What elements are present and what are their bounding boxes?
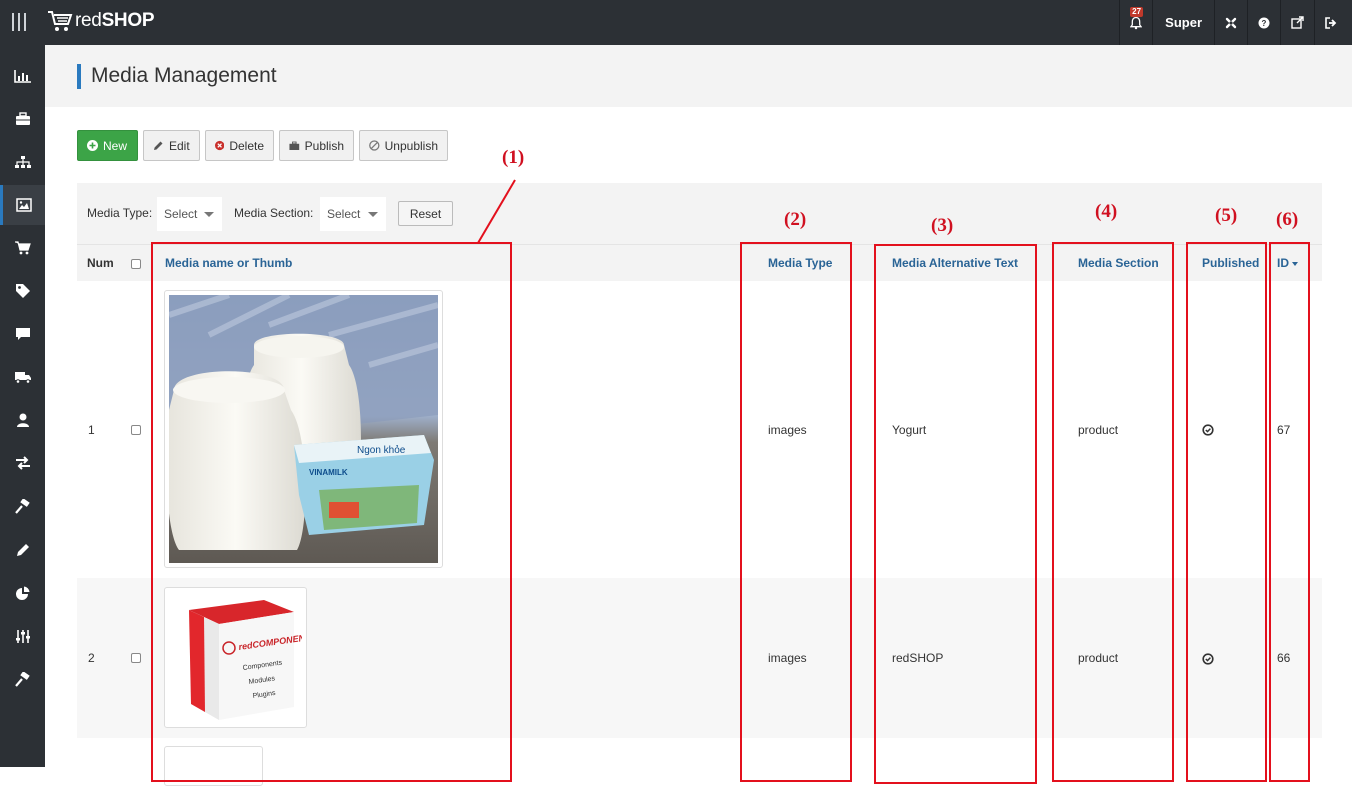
sidebar-item-media[interactable]: [0, 185, 45, 225]
truck-icon: [14, 372, 31, 384]
sidebar-item-users[interactable]: [0, 400, 45, 440]
top-bar: redSHOP 27 Super ?: [0, 0, 1352, 45]
edit-button[interactable]: Edit: [143, 130, 200, 161]
delete-button[interactable]: Delete: [205, 130, 274, 161]
row-checkbox[interactable]: [131, 653, 141, 663]
annotation-pointer-line: [477, 179, 516, 244]
sidebar-item-exchange[interactable]: [0, 443, 45, 483]
svg-text:?: ?: [1262, 19, 1267, 28]
external-link-icon: [1291, 16, 1304, 29]
external-link-button[interactable]: [1280, 0, 1314, 45]
annotation-box-4: [1052, 242, 1174, 782]
new-button[interactable]: New: [77, 130, 138, 161]
menu-toggle-icon[interactable]: [12, 13, 28, 31]
logout-icon: [1325, 16, 1337, 29]
sidebar-item-configuration[interactable]: [0, 616, 45, 656]
sidebar: [0, 45, 45, 767]
tag-icon: [15, 284, 30, 298]
sliders-icon: [15, 629, 30, 643]
annotation-box-1: [151, 242, 512, 782]
title-accent: [77, 64, 81, 89]
row-checkbox[interactable]: [131, 425, 141, 435]
annotation-box-2: [740, 242, 852, 782]
page-header: Media Management: [45, 45, 1352, 107]
dashboard-icon: [13, 70, 31, 83]
exchange-icon: [15, 456, 30, 470]
logout-button[interactable]: [1314, 0, 1352, 45]
toolbar: New Edit Delete Publish Unpublish: [77, 130, 448, 161]
pie-chart-icon: [16, 586, 30, 600]
annotation-label-6: (6): [1276, 209, 1299, 230]
filter-bar: Media Type: Select Media Section: Select…: [77, 183, 1322, 244]
briefcase-icon: [15, 112, 30, 125]
sidebar-item-shipping[interactable]: [0, 357, 45, 397]
notification-badge: 27: [1130, 7, 1144, 17]
edit-label: Edit: [169, 138, 190, 153]
publish-label: Publish: [304, 138, 344, 153]
user-menu[interactable]: Super: [1152, 0, 1214, 45]
user-icon: [16, 413, 29, 427]
row-num: 2: [88, 651, 95, 665]
annotation-label-1: (1): [502, 147, 525, 168]
joomla-icon: [1225, 17, 1237, 28]
publish-icon: [289, 141, 300, 150]
annotation-label-2: (2): [784, 209, 807, 230]
select-all-checkbox[interactable]: [131, 259, 141, 269]
column-num: Num: [87, 256, 114, 270]
brand-logo[interactable]: redSHOP: [47, 9, 155, 33]
reset-button[interactable]: Reset: [398, 201, 453, 226]
sitemap-icon: [14, 156, 31, 168]
annotation-label-3: (3): [931, 215, 954, 236]
annotation-box-3: [874, 244, 1037, 784]
page-title: Media Management: [91, 64, 277, 87]
sidebar-item-cart[interactable]: [0, 228, 45, 268]
media-type-selected: Select: [164, 207, 198, 221]
bell-icon: [1130, 16, 1143, 29]
plus-circle-icon: [87, 140, 98, 151]
media-section-select[interactable]: Select: [320, 197, 386, 231]
media-section-label: Media Section:: [234, 206, 314, 220]
brand-suffix: SHOP: [101, 10, 155, 31]
media-type-select[interactable]: Select: [157, 197, 222, 231]
sidebar-item-maintenance[interactable]: [0, 659, 45, 699]
sidebar-item-comments[interactable]: [0, 314, 45, 354]
brand-name: redSHOP: [75, 10, 155, 32]
joomla-button[interactable]: [1214, 0, 1247, 45]
media-type-label: Media Type:: [87, 206, 153, 220]
sidebar-item-reports[interactable]: [0, 573, 45, 613]
new-label: New: [103, 138, 128, 153]
sidebar-item-tools[interactable]: [0, 486, 45, 526]
sidebar-item-briefcase[interactable]: [0, 99, 45, 139]
annotation-label-4: (4): [1095, 201, 1118, 222]
chevron-down-icon: [204, 212, 214, 217]
media-section-selected: Select: [327, 207, 361, 221]
pencil-icon: [154, 141, 163, 150]
unpublish-label: Unpublish: [384, 138, 438, 153]
annotation-box-6: [1269, 242, 1310, 782]
cart-logo-icon: [48, 11, 73, 31]
sidebar-item-tags[interactable]: [0, 271, 45, 311]
sidebar-item-sitemap[interactable]: [0, 142, 45, 182]
help-icon: ?: [1258, 17, 1270, 28]
delete-label: Delete: [229, 138, 264, 153]
brand-prefix: red: [75, 10, 102, 31]
publish-button[interactable]: Publish: [279, 130, 354, 161]
chevron-down-icon: [368, 212, 378, 217]
image-icon: [16, 198, 32, 212]
cart-icon: [15, 241, 31, 255]
sidebar-item-dashboard[interactable]: [0, 56, 45, 96]
unpublish-button[interactable]: Unpublish: [359, 130, 448, 161]
row-num: 1: [88, 423, 95, 437]
unpublish-icon: [369, 140, 380, 151]
delete-icon: [215, 140, 225, 151]
annotation-box-5: [1186, 242, 1267, 782]
notifications-button[interactable]: 27: [1119, 0, 1152, 45]
comment-icon: [15, 328, 30, 340]
hammer-icon: [14, 671, 30, 687]
annotation-label-5: (5): [1215, 205, 1238, 226]
pencil-icon: [17, 543, 29, 556]
sidebar-item-edit[interactable]: [0, 530, 45, 570]
gavel-icon: [14, 498, 30, 514]
help-button[interactable]: ?: [1247, 0, 1280, 45]
